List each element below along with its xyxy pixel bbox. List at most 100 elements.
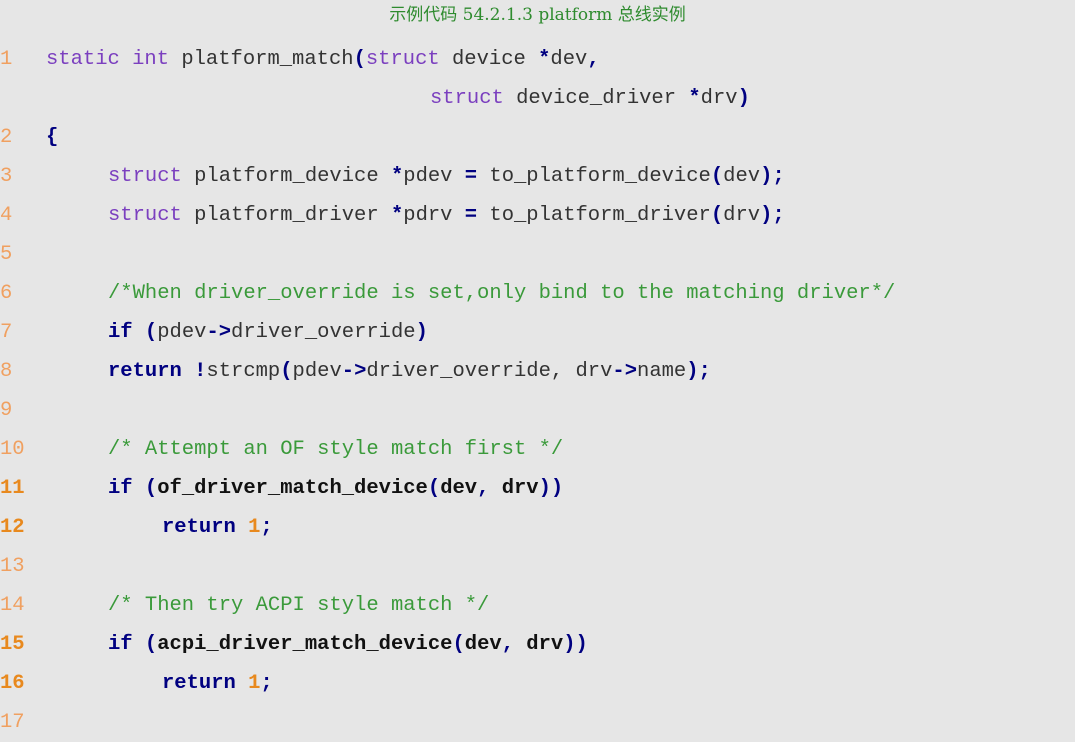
line-number: 4 xyxy=(0,204,13,227)
code-token: dev xyxy=(723,165,761,188)
code-token: pdev xyxy=(292,360,342,383)
code-block: 1 static int platform_match(struct device… xyxy=(0,40,1075,742)
code-token: platform_match xyxy=(169,48,354,71)
code-token: acpi_driver_match_device xyxy=(157,633,453,656)
code-token: , xyxy=(477,477,490,500)
code-token: dev xyxy=(550,48,588,71)
code-line: 11 if (of_driver_match_device(dev, drv)) xyxy=(0,469,1075,508)
code-line: 1 static int platform_match(struct device… xyxy=(0,40,1075,79)
code-comment: /*When driver_override is set,only bind … xyxy=(108,282,896,305)
code-token: 1 xyxy=(235,672,261,695)
line-number: 10 xyxy=(0,438,25,461)
code-token: * xyxy=(390,165,404,188)
code-token: ) xyxy=(415,321,428,344)
code-token: = xyxy=(464,204,478,227)
code-token: , xyxy=(587,48,600,71)
code-comment: /* Attempt an OF style match first */ xyxy=(108,438,564,461)
code-token: ; xyxy=(260,672,273,695)
line-number: 17 xyxy=(0,711,25,734)
code-token: ! xyxy=(181,360,207,383)
code-token: struct xyxy=(108,165,182,188)
code-token: ); xyxy=(760,165,785,188)
code-token: ( xyxy=(280,360,293,383)
code-line: 3 struct platform_device *pdev = to_platf… xyxy=(0,157,1075,196)
code-token: if xyxy=(108,321,133,344)
code-comment: /* Then try ACPI style match */ xyxy=(108,594,490,617)
code-token: ( xyxy=(353,48,366,71)
code-token: platform_driver xyxy=(181,204,391,227)
code-caption: 示例代码 54.2.1.3 platform 总线实例 xyxy=(389,5,686,25)
code-token: pdev xyxy=(403,165,465,188)
code-token: ; xyxy=(260,516,273,539)
code-line: 16 return 1; xyxy=(0,664,1075,703)
code-line: 5 xyxy=(0,235,1075,274)
line-number: 14 xyxy=(0,594,25,617)
code-token: device xyxy=(439,48,539,71)
line-number: 8 xyxy=(0,360,13,383)
code-token: drv xyxy=(514,633,564,656)
code-token: name xyxy=(637,360,687,383)
code-token: ( xyxy=(132,633,158,656)
code-token: driver_override, drv xyxy=(366,360,613,383)
code-token: ); xyxy=(686,360,711,383)
code-line: 17 xyxy=(0,703,1075,742)
code-token: 1 xyxy=(235,516,261,539)
code-line: 9 xyxy=(0,391,1075,430)
code-token: static int xyxy=(46,48,170,71)
line-number: 9 xyxy=(0,399,13,422)
line-number: 1 xyxy=(0,48,13,71)
code-token: return xyxy=(108,360,182,383)
line-number: 13 xyxy=(0,555,25,578)
code-token: ) xyxy=(737,87,750,110)
code-line: 2{ xyxy=(0,118,1075,157)
code-token: )) xyxy=(563,633,588,656)
code-line: 10 /* Attempt an OF style match first */ xyxy=(0,430,1075,469)
code-token: * xyxy=(538,48,551,71)
code-token: if xyxy=(108,477,133,500)
code-token: ( xyxy=(427,477,441,500)
code-token: ( xyxy=(132,321,158,344)
code-token: , xyxy=(501,633,514,656)
line-number: 15 xyxy=(0,633,25,656)
code-token: dev xyxy=(464,633,502,656)
code-token: of_driver_match_device xyxy=(157,477,428,500)
line-number: 12 xyxy=(0,516,25,539)
code-token: dev xyxy=(440,477,478,500)
code-token: { xyxy=(46,126,59,149)
code-token: -> xyxy=(341,360,367,383)
code-line: 15 if (acpi_driver_match_device(dev, drv)… xyxy=(0,625,1075,664)
code-token: ( xyxy=(710,204,724,227)
code-token: driver_override xyxy=(231,321,416,344)
code-line: struct device_driver *drv) xyxy=(0,79,1075,118)
code-token: ( xyxy=(710,165,724,188)
code-token: platform_device xyxy=(181,165,391,188)
line-number: 16 xyxy=(0,672,25,695)
code-token: * xyxy=(390,204,404,227)
code-line: 13 xyxy=(0,547,1075,586)
code-line: 6 /*When driver_override is set,only bind… xyxy=(0,274,1075,313)
code-token: )) xyxy=(538,477,564,500)
code-token: -> xyxy=(206,321,232,344)
line-number: 11 xyxy=(0,477,25,500)
code-token: * xyxy=(688,87,701,110)
code-line: 8 return !strcmp(pdev->driver_override, d… xyxy=(0,352,1075,391)
code-line: 14 /* Then try ACPI style match */ xyxy=(0,586,1075,625)
code-token: return xyxy=(162,516,236,539)
code-token: drv xyxy=(489,477,539,500)
code-token: drv xyxy=(723,204,761,227)
code-token: to_platform_driver xyxy=(477,204,711,227)
line-number: 7 xyxy=(0,321,13,344)
code-token: to_platform_device xyxy=(477,165,711,188)
code-token: pdev xyxy=(157,321,207,344)
line-number: 2 xyxy=(0,126,13,149)
code-line: 7 if (pdev->driver_override) xyxy=(0,313,1075,352)
code-token: strcmp xyxy=(206,360,281,383)
code-token: ); xyxy=(760,204,785,227)
code-token: ( xyxy=(452,633,465,656)
code-token: = xyxy=(464,165,478,188)
code-token: device_driver xyxy=(503,87,689,110)
code-token: ( xyxy=(132,477,158,500)
code-line: 4 struct platform_driver *pdrv = to_platf… xyxy=(0,196,1075,235)
code-token: return xyxy=(162,672,236,695)
line-number: 5 xyxy=(0,243,13,266)
